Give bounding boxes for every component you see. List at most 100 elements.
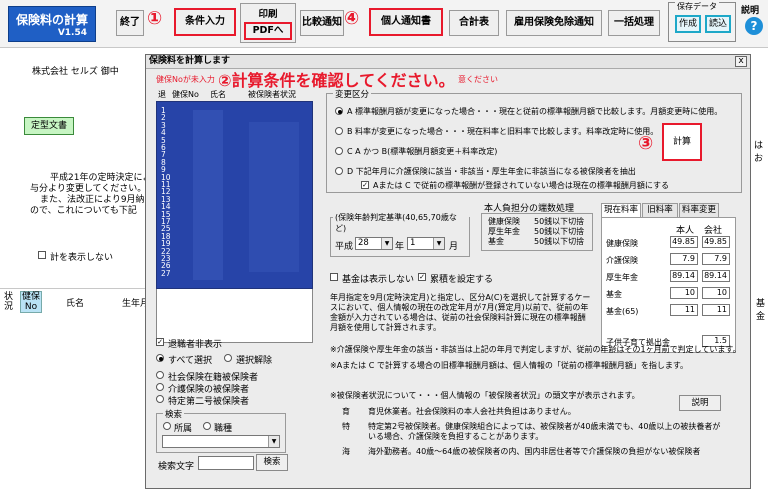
option-a-radio[interactable]: [335, 107, 343, 115]
app-title: 保険料の計算: [15, 13, 88, 27]
company-name: 株式会社 セルズ 御中: [32, 67, 119, 77]
legend-key-2: 特: [342, 422, 350, 431]
rate-name: 基金(65): [606, 307, 639, 316]
cat2-radio[interactable]: [156, 383, 164, 391]
option-b-label: B 料率が変更になった場合・・・現在料率と旧料率で比較します。料率改定時に使用。: [347, 127, 659, 136]
step-3-badge: ③: [638, 133, 654, 154]
year-value: 28: [358, 238, 369, 248]
summary-button[interactable]: 合計表: [449, 10, 499, 36]
end-button[interactable]: 終了: [116, 10, 144, 36]
app-title-button[interactable]: 保険料の計算 V1.54: [8, 6, 96, 42]
personal-notice-button[interactable]: 個人通知書: [369, 8, 443, 36]
rate-name: 厚生年金: [606, 273, 638, 282]
search-category-select[interactable]: ▼: [162, 435, 280, 448]
list-header-status: 被保険者状況: [248, 90, 296, 99]
legend-text-1: 育児休業者。社会保険料の本人会社共負担はありません。: [368, 407, 576, 416]
calc-button[interactable]: 計算: [662, 123, 702, 161]
tab-current-rate[interactable]: 現在料率: [601, 203, 641, 218]
rate-self-value[interactable]: 11: [670, 304, 698, 316]
cat1-radio[interactable]: [156, 371, 164, 379]
chevron-down-icon[interactable]: ▼: [433, 238, 444, 249]
legend-text-3: 海外勤務者。40歳〜64歳の被保険者の内、国内非居住者等で介護保険の負担がない被…: [368, 447, 701, 456]
note-3: ※Aまたは C で計算する場合の旧標準報酬月額は、個人情報の「従前の標準報酬月額…: [330, 361, 689, 370]
col-health-no: 健保No: [20, 291, 42, 313]
load-button[interactable]: 読込: [705, 15, 731, 33]
search-button[interactable]: 検索: [256, 454, 288, 471]
calc-dialog: 保険料を計算します x 健保Noが未入力 ②計算条件を確認してください。 意くだ…: [145, 54, 751, 489]
burden-rule-3: 50銭以下切捨: [534, 237, 585, 246]
rate-head-company: 会社: [704, 226, 723, 236]
col-name: 氏名: [66, 299, 85, 309]
header-divider: [0, 288, 145, 289]
rate-company-value[interactable]: 89.14: [702, 270, 730, 282]
list-header-retired: 退: [158, 90, 166, 99]
redacted-names: [193, 110, 223, 280]
select-all-label: すべて選択: [168, 356, 213, 366]
step-1-badge: ①: [147, 8, 163, 29]
accumulate-checkbox[interactable]: ✓: [418, 273, 426, 281]
batch-button[interactable]: 一括処理: [608, 10, 660, 36]
cat3-radio[interactable]: [156, 395, 164, 403]
retired-hidden-checkbox[interactable]: ✓: [156, 338, 164, 346]
rate-self-value[interactable]: 7.9: [670, 253, 698, 265]
search-dept-radio[interactable]: [163, 422, 171, 430]
option-b-radio[interactable]: [335, 127, 343, 135]
pdf-button[interactable]: PDFへ: [244, 22, 292, 40]
notice-prefix: 健保Noが未入力: [156, 75, 215, 84]
create-button[interactable]: 作成: [675, 15, 701, 33]
search-job-radio[interactable]: [203, 422, 211, 430]
change-category-label: 変更区分: [333, 88, 372, 100]
col-fund-right: 基金: [756, 299, 766, 322]
option-a-label: A 標準報酬月額が変更になった場合・・・現在と従前の標準報酬月額で比較します。月…: [347, 107, 723, 116]
calc-hide-checkbox[interactable]: [38, 251, 46, 259]
rate-name: 健康保険: [606, 239, 638, 248]
legend-key-1: 育: [342, 407, 350, 416]
retired-hidden-label: 退職者非表示: [168, 340, 223, 350]
rate-head-self: 本人: [676, 226, 695, 236]
rate-company-value[interactable]: 49.85: [702, 236, 730, 248]
deselect-radio[interactable]: [224, 354, 232, 362]
rate-company-value[interactable]: 7.9: [702, 253, 730, 265]
rate-self-value[interactable]: 10: [670, 287, 698, 299]
search-text-input[interactable]: [198, 456, 254, 470]
calc-hide-label: 計を表示しない: [50, 253, 114, 263]
rate-company-value[interactable]: 11: [702, 304, 730, 316]
chevron-down-icon[interactable]: ▼: [381, 238, 392, 249]
rate-self-value[interactable]: 89.14: [670, 270, 698, 282]
option-d-radio[interactable]: [335, 167, 343, 175]
rate-name: 介護保険: [606, 256, 638, 265]
burden-name-3: 基金: [488, 237, 504, 246]
print-button[interactable]: 印刷 PDFへ: [240, 3, 296, 43]
option-fallback-checkbox[interactable]: ✓: [361, 181, 369, 189]
chevron-down-icon[interactable]: ▼: [268, 436, 279, 447]
close-button[interactable]: x: [735, 56, 747, 67]
rate-table: 本人 会社 健康保険 49.85 49.85 介護保険 7.9 7.9 厚生年金 89.14 8…: [601, 217, 736, 353]
redacted-status: [249, 122, 299, 272]
fixed-document-button[interactable]: 定型文書: [24, 117, 74, 135]
year-suffix: 年: [395, 242, 405, 252]
reference-month-label: (保険年齢判定基準(40,65,70歳など): [333, 212, 469, 234]
fund-hide-checkbox[interactable]: [330, 273, 338, 281]
burden-rounding-box: 健康保険 50銭以下切捨 厚生年金 50銭以下切捨 基金 50銭以下切捨: [481, 213, 593, 251]
help-label: 説明: [741, 6, 760, 16]
deselect-label: 選択解除: [236, 356, 273, 366]
rate-company-value[interactable]: 10: [702, 287, 730, 299]
year-select[interactable]: 28 ▼: [355, 237, 393, 250]
option-c-radio[interactable]: [335, 147, 343, 155]
month-select[interactable]: 1 ▼: [407, 237, 445, 250]
sheet-right-text: はお: [754, 141, 764, 164]
employee-list[interactable]: 1 2 3 4 5 6 7 8 9 10 11 12 13 14 15 17 25 18 19 22 23 26 27: [156, 101, 313, 289]
rate-self-value[interactable]: 49.85: [670, 236, 698, 248]
exemption-notice-button[interactable]: 雇用保険免除通知: [506, 10, 602, 36]
save-data-label: 保存データ: [675, 1, 719, 12]
cat3-label: 特定第二号被保険者: [168, 397, 250, 407]
help-icon[interactable]: ?: [745, 17, 763, 35]
tab-rate-change[interactable]: 料率変更: [679, 203, 719, 217]
select-all-radio[interactable]: [156, 354, 164, 362]
tab-old-rate[interactable]: 旧料率: [642, 203, 678, 217]
reference-month-group: (保険年齢判定基準(40,65,70歳など) 平成 28 ▼ 年 1 ▼ 月: [330, 212, 470, 257]
search-job-label: 職種: [214, 424, 233, 434]
search-dept-label: 所属: [174, 424, 193, 434]
compare-notice-button[interactable]: 比較通知: [300, 10, 344, 36]
conditions-button[interactable]: 条件入力: [174, 8, 236, 36]
